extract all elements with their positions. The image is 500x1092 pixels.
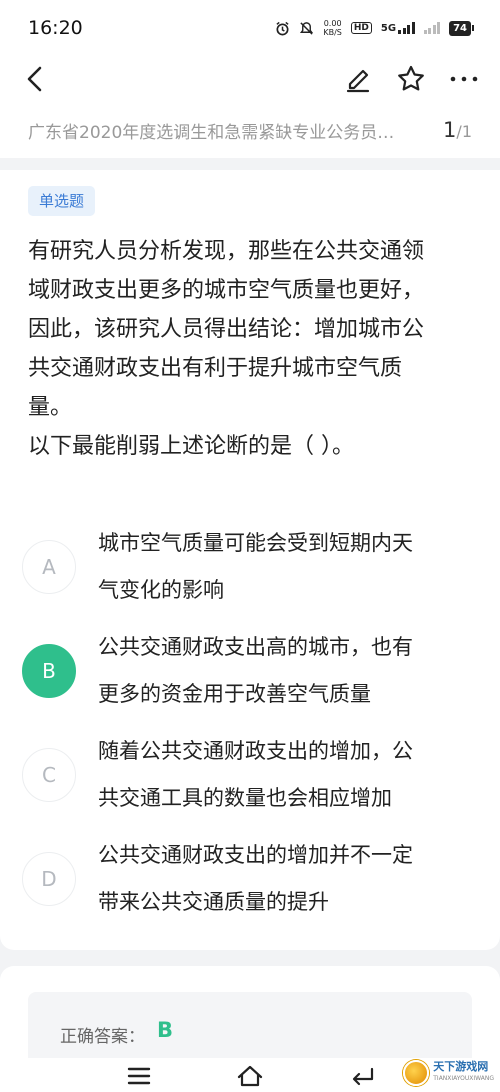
answer-value: B [157,1018,174,1042]
stem-line: 有研究人员分析发现，那些在公共交通领 [28,239,425,264]
system-back-button[interactable] [343,1062,383,1090]
watermark-logo-icon [403,1060,430,1086]
option-c-text: 随着公共交通财政支出的增加，公 共交通工具的数量也会相应增加 [98,739,413,810]
mute-icon [300,21,314,35]
status-time: 16:20 [28,17,83,39]
network-speed: 0.00 KB/S [323,19,342,37]
option-d[interactable]: D 公共交通财政支出的增加并不一定 带来公共交通质量的提升 [22,830,482,922]
stem-line: 共交通财政支出有利于提升城市空气质 [28,356,403,381]
recent-apps-button[interactable] [119,1062,159,1090]
option-a[interactable]: A 城市空气质量可能会受到短期内天 气变化的影响 [22,518,482,610]
menu-icon [127,1067,151,1085]
nav-bar [0,56,500,102]
option-d-circle: D [22,852,76,906]
option-c-circle: C [22,748,76,802]
option-b[interactable]: B 公共交通财政支出高的城市，也有 更多的资金用于改善空气质量 [22,622,482,714]
battery-icon: 74 [449,20,474,36]
stem-line: 以下最能削弱上述论断的是（ ）。 [28,434,354,459]
total-page: /1 [456,122,472,141]
stem-line: 量。 [28,395,73,420]
question-card: 单选题 有研究人员分析发现，那些在公共交通领 域财政支出更多的城市空气质量也更好… [0,170,500,950]
current-page: 1 [443,118,457,142]
edit-icon [346,69,370,93]
option-a-text: 城市空气质量可能会受到短期内天 气变化的影响 [98,531,413,602]
edit-button[interactable] [340,56,376,102]
hd-badge: HD [350,22,372,34]
signal-5g: 5G [381,22,415,34]
signal-bars-icon [398,22,415,34]
home-button[interactable] [230,1062,270,1090]
stem-line: 域财政支出更多的城市空气质量也更好， [28,278,425,303]
paper-title[interactable]: 广东省2020年度选调生和急需紧缺专业公务员… [28,118,420,143]
back-button[interactable] [18,56,52,102]
more-button[interactable] [444,56,484,102]
option-c[interactable]: C 随着公共交通财政支出的增加，公 共交通工具的数量也会相应增加 [22,726,482,818]
page-counter[interactable]: 1/1 [443,118,472,142]
option-b-circle: B [22,644,76,698]
home-icon [237,1065,263,1087]
watermark-text: 天下游戏网 TIANXIAYOUXIWANG [433,1060,494,1083]
option-b-text: 公共交通财政支出高的城市，也有 更多的资金用于改善空气质量 [98,635,413,706]
system-nav-bar: 天下游戏网 TIANXIAYOUXIWANG [0,1058,500,1092]
question-type-badge: 单选题 [28,186,96,216]
paper-title-row: 广东省2020年度选调生和急需紧缺专业公务员… 1/1 [0,102,500,158]
stem-line: 因此，该研究人员得出结论：增加城市公 [28,317,425,342]
back-icon [27,66,42,92]
option-a-circle: A [22,540,76,594]
site-watermark: 天下游戏网 TIANXIAYOUXIWANG [403,1056,494,1090]
favorite-button[interactable] [393,56,429,102]
return-icon [352,1067,374,1086]
status-icons: 0.00 KB/S HD 5G 74 [275,19,474,37]
option-d-text: 公共交通财政支出的增加并不一定 带来公共交通质量的提升 [98,843,413,914]
question-stem: 有研究人员分析发现，那些在公共交通领 域财政支出更多的城市空气质量也更好， 因此… [28,232,476,466]
star-icon [398,65,424,91]
signal-bars-2-icon [423,22,441,34]
answer-label: 正确答案： [60,1027,145,1047]
status-bar: 16:20 0.00 KB/S HD 5G 74 [0,0,500,56]
more-icon [450,76,478,82]
alarm-icon [276,21,289,35]
